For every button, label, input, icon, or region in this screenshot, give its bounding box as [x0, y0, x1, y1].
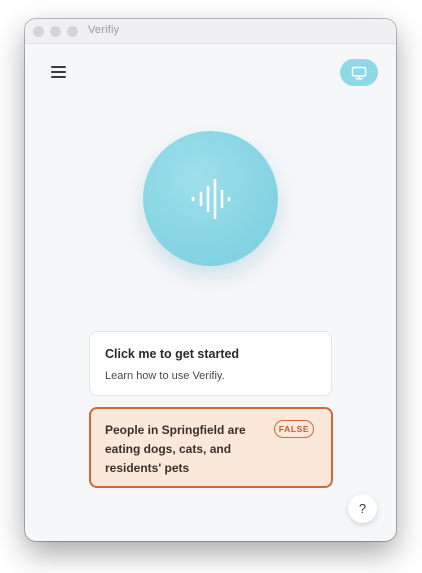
- get-started-title: Click me to get started: [105, 347, 240, 361]
- app-window: Verifiy Click me to get started Learn ho…: [25, 19, 396, 541]
- display-button[interactable]: [340, 59, 378, 86]
- claim-text: People in Springfield are eating dogs, c…: [105, 423, 246, 475]
- hamburger-menu-icon[interactable]: [50, 65, 68, 79]
- close-window-button[interactable]: [33, 26, 44, 37]
- help-button[interactable]: ?: [348, 494, 377, 523]
- verdict-badge: FALSE: [274, 420, 314, 438]
- audio-waveform-icon: [191, 178, 230, 219]
- title-bar[interactable]: Verifiy: [25, 19, 396, 44]
- monitor-icon: [351, 66, 367, 79]
- get-started-card[interactable]: Click me to get started Learn how to use…: [89, 331, 332, 396]
- zoom-window-button[interactable]: [67, 26, 78, 37]
- record-button[interactable]: [143, 131, 278, 266]
- minimize-window-button[interactable]: [50, 26, 61, 37]
- claim-card[interactable]: People in Springfield are eating dogs, c…: [89, 407, 333, 488]
- window-title: Verifiy: [88, 24, 120, 36]
- get-started-subtitle: Learn how to use Verifiy.: [105, 370, 225, 382]
